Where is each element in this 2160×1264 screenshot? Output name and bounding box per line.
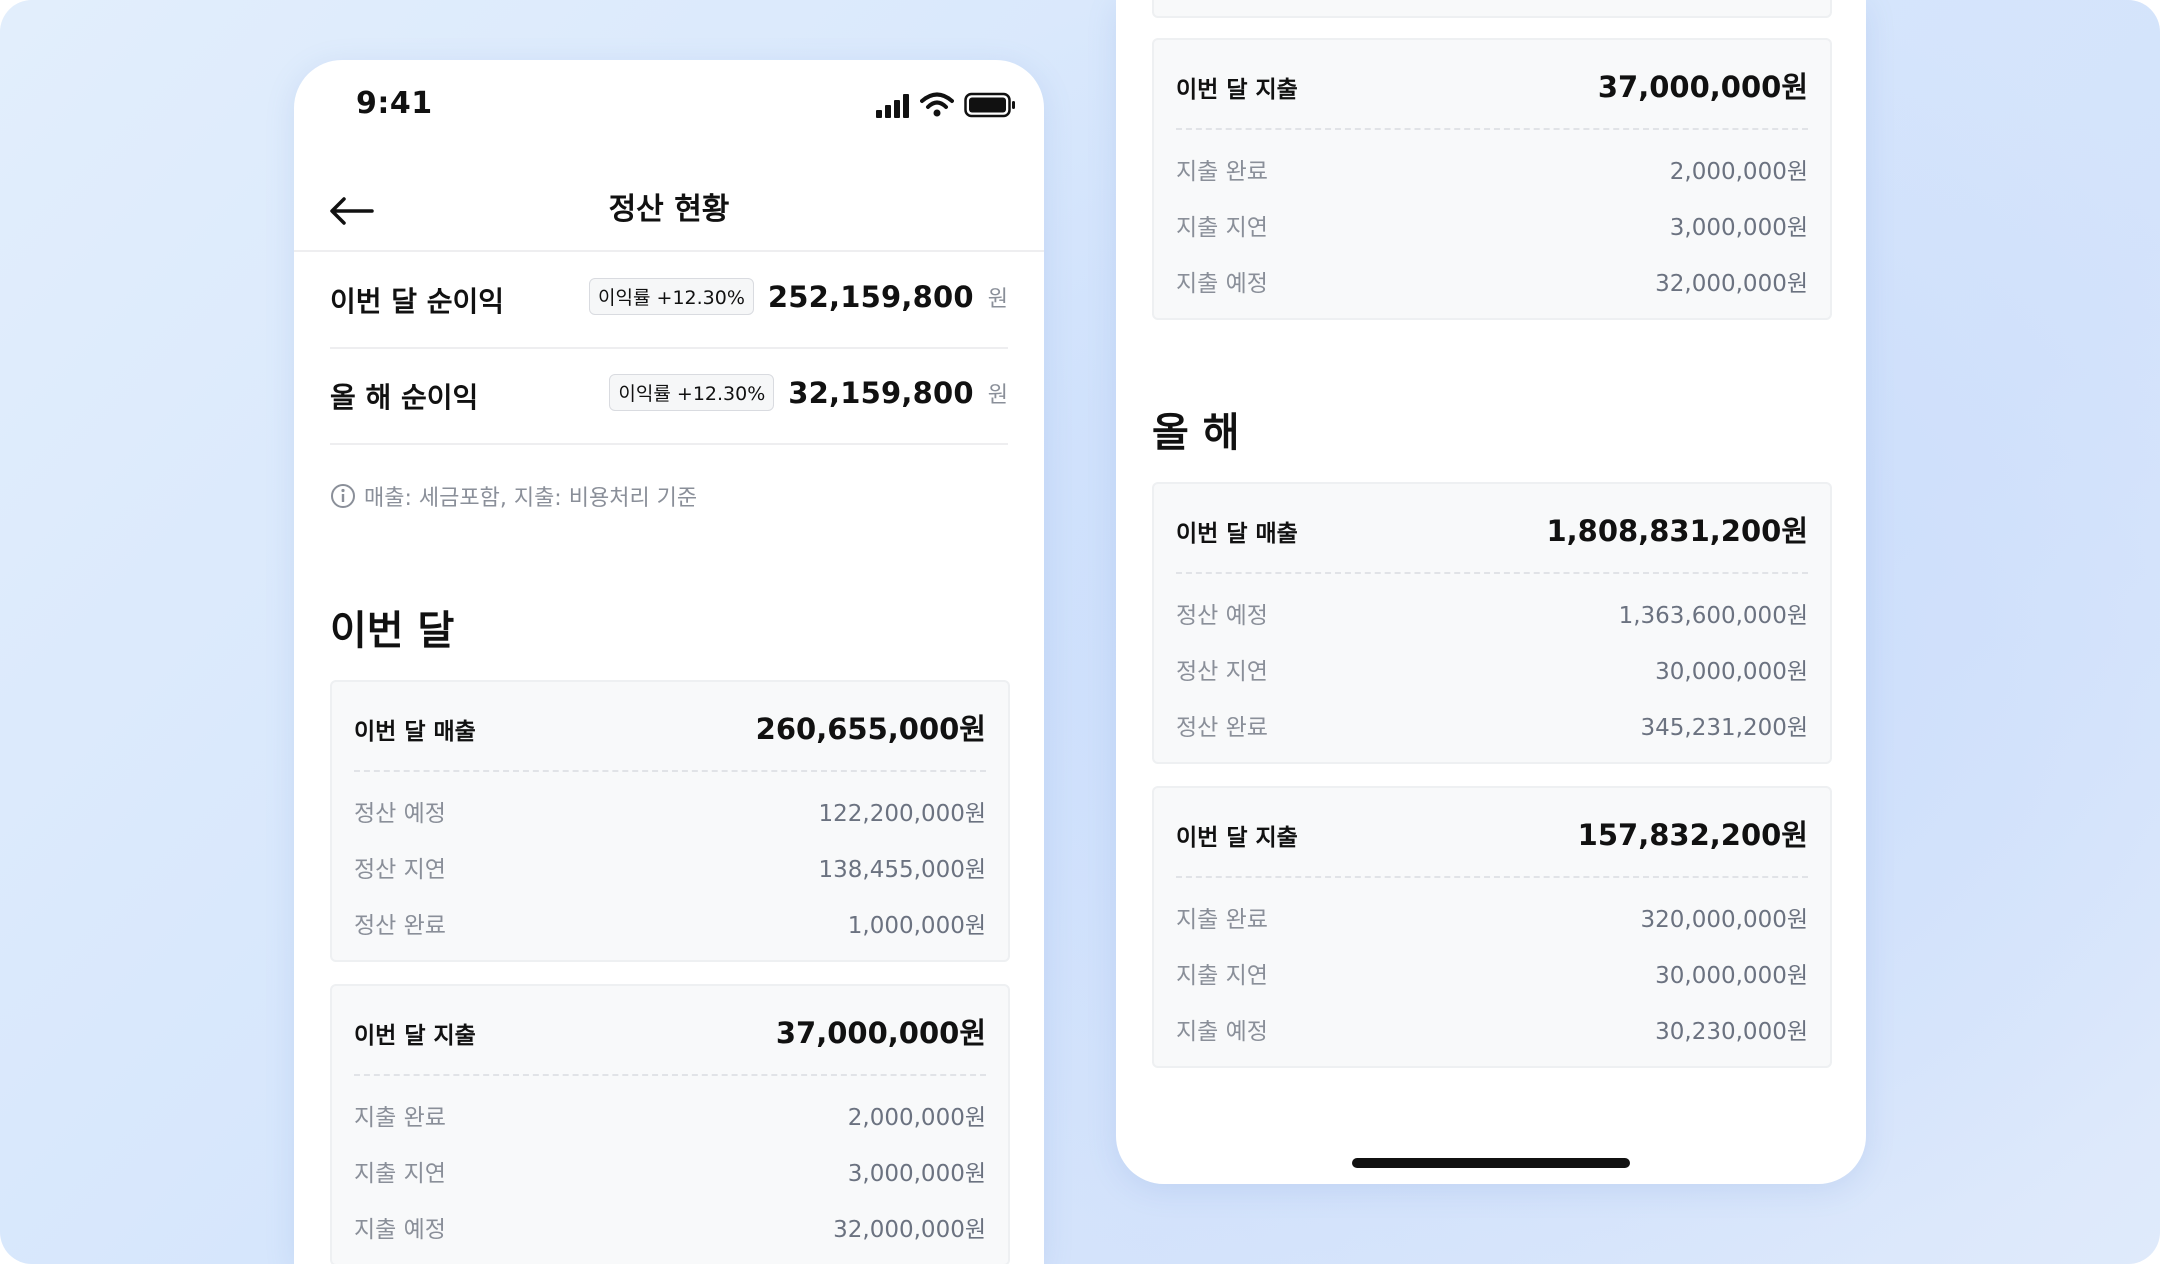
list-item: 지출 완료 2,000,000원 <box>1176 144 1808 185</box>
signal-icon <box>876 94 909 118</box>
yearly-profit-label: 올 해 순이익 <box>330 381 479 414</box>
navigation-bar: 정산 현황 <box>294 170 1044 252</box>
row-value: 30,000,000원 <box>1655 963 1808 989</box>
row-label: 지출 예정 <box>354 1217 446 1243</box>
monthly-profit-row: 이번 달 순이익 이익률 +12.30% 252,159,800 원 <box>330 252 1008 349</box>
margin-badge: 이익률 +12.30% <box>589 278 754 315</box>
list-item: 지출 완료 320,000,000원 <box>1176 892 1808 933</box>
yearly-profit-value: 32,159,800 <box>788 375 974 410</box>
card-title: 이번 달 지출 <box>1176 825 1298 851</box>
list-item: 지출 예정 32,000,000원 <box>354 1202 986 1243</box>
list-item: 정산 지연 30,000,000원 <box>1176 644 1808 685</box>
list-item: 지출 예정 32,000,000원 <box>1176 256 1808 297</box>
wifi-icon <box>920 92 954 117</box>
list-item: 정산 완료 1,000,000원 <box>354 898 986 939</box>
row-label: 정산 지연 <box>354 857 446 883</box>
margin-badge-text: 이익률 +12.30% <box>618 383 766 405</box>
row-label: 지출 완료 <box>1176 159 1268 185</box>
row-value: 2,000,000원 <box>1669 159 1808 185</box>
row-label: 정산 예정 <box>1176 603 1268 629</box>
row-value: 138,455,000원 <box>818 857 986 883</box>
row-label: 지출 지연 <box>1176 215 1268 241</box>
row-value: 345,231,200원 <box>1640 715 1808 741</box>
card-total: 1,808,831,200원 <box>1546 514 1808 548</box>
home-indicator[interactable] <box>1352 1158 1630 1168</box>
list-item: 정산 예정 122,200,000원 <box>354 786 986 827</box>
expense-card: 이번 달 지출 37,000,000원 지출 완료 2,000,000원 지출 … <box>1152 38 1832 320</box>
currency-unit: 원 <box>987 286 1008 312</box>
section-title-this-year: 올 해 <box>1152 410 1240 456</box>
list-item: 지출 예정 30,230,000원 <box>1176 1004 1808 1045</box>
row-value: 30,230,000원 <box>1655 1019 1808 1045</box>
row-label: 지출 지연 <box>354 1161 446 1187</box>
yearly-revenue-card: 이번 달 매출 1,808,831,200원 정산 예정 1,363,600,0… <box>1152 482 1832 764</box>
yearly-profit-row: 올 해 순이익 이익률 +12.30% 32,159,800 원 <box>330 348 1008 445</box>
card-title: 이번 달 지출 <box>354 1023 476 1049</box>
phone-screen-top: 9:41 정산 현황 이번 달 순이익 이익률 +12.30% 252,159,… <box>294 60 1044 1264</box>
row-label: 지출 완료 <box>354 1105 446 1131</box>
margin-badge: 이익률 +12.30% <box>609 374 775 411</box>
card-total: 260,655,000원 <box>755 712 986 746</box>
info-icon <box>331 484 355 508</box>
list-item: 정산 지연 138,455,000원 <box>354 842 986 883</box>
section-title-this-month: 이번 달 <box>330 608 455 654</box>
list-item: 정산 예정 1,363,600,000원 <box>1176 588 1808 629</box>
phone-screen-bottom: 이번 달 지출 37,000,000원 지출 완료 2,000,000원 지출 … <box>1116 0 1866 1184</box>
row-value: 30,000,000원 <box>1655 659 1808 685</box>
row-label: 정산 예정 <box>354 801 446 827</box>
revenue-card-partial <box>1152 0 1832 18</box>
page-title: 정산 현황 <box>608 192 730 227</box>
info-note-text: 매출: 세금포함, 지출: 비용처리 기준 <box>364 486 698 511</box>
currency-unit: 원 <box>987 382 1008 408</box>
list-item: 지출 지연 30,000,000원 <box>1176 948 1808 989</box>
expense-card: 이번 달 지출 37,000,000원 지출 완료 2,000,000원 지출 … <box>330 984 1010 1264</box>
card-total: 157,832,200원 <box>1577 818 1808 852</box>
row-label: 지출 예정 <box>1176 1019 1268 1045</box>
status-time: 9:41 <box>356 86 433 121</box>
row-value: 3,000,000원 <box>1669 215 1808 241</box>
row-label: 지출 지연 <box>1176 963 1268 989</box>
row-label: 정산 완료 <box>354 913 446 939</box>
row-value: 2,000,000원 <box>847 1105 986 1131</box>
card-title: 이번 달 매출 <box>1176 521 1298 547</box>
row-value: 32,000,000원 <box>1655 271 1808 297</box>
status-icons <box>876 92 1016 118</box>
row-value: 32,000,000원 <box>833 1217 986 1243</box>
revenue-card: 이번 달 매출 260,655,000원 정산 예정 122,200,000원 … <box>330 680 1010 962</box>
row-value: 122,200,000원 <box>818 801 986 827</box>
status-bar: 9:41 <box>294 60 1044 150</box>
row-value: 1,000,000원 <box>847 913 986 939</box>
row-label: 지출 예정 <box>1176 271 1268 297</box>
monthly-profit-label: 이번 달 순이익 <box>330 285 505 318</box>
list-item: 정산 완료 345,231,200원 <box>1176 700 1808 741</box>
row-value: 320,000,000원 <box>1640 907 1808 933</box>
row-label: 정산 지연 <box>1176 659 1268 685</box>
card-total: 37,000,000원 <box>775 1016 986 1050</box>
list-item: 지출 지연 3,000,000원 <box>1176 200 1808 241</box>
list-item: 지출 완료 2,000,000원 <box>354 1090 986 1131</box>
row-label: 지출 완료 <box>1176 907 1268 933</box>
list-item: 지출 지연 3,000,000원 <box>354 1146 986 1187</box>
card-title: 이번 달 지출 <box>1176 77 1298 103</box>
row-label: 정산 완료 <box>1176 715 1268 741</box>
card-total: 37,000,000원 <box>1597 70 1808 104</box>
monthly-profit-value: 252,159,800 <box>767 279 974 314</box>
battery-icon <box>964 92 1015 118</box>
margin-badge-text: 이익률 +12.30% <box>598 287 745 309</box>
row-value: 3,000,000원 <box>847 1161 986 1187</box>
card-title: 이번 달 매출 <box>354 719 476 745</box>
yearly-expense-card: 이번 달 지출 157,832,200원 지출 완료 320,000,000원 … <box>1152 786 1832 1068</box>
row-value: 1,363,600,000원 <box>1618 603 1808 629</box>
info-note: 매출: 세금포함, 지출: 비용처리 기준 <box>330 480 697 512</box>
